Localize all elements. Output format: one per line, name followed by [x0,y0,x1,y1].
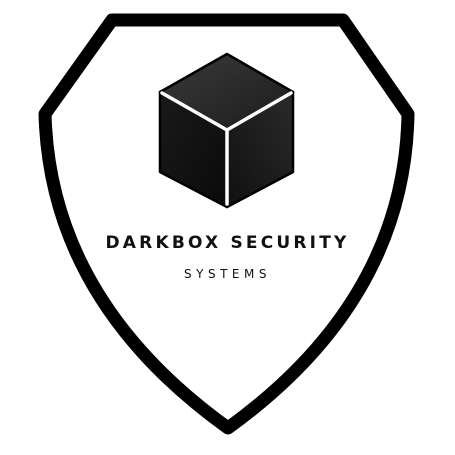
logo-graphic [38,13,415,435]
brand-name: DARKBOX SECURITY [105,233,350,253]
company-logo: DARKBOX SECURITY SYSTEMS [0,0,455,455]
brand-subtitle: SYSTEMS [184,267,271,281]
